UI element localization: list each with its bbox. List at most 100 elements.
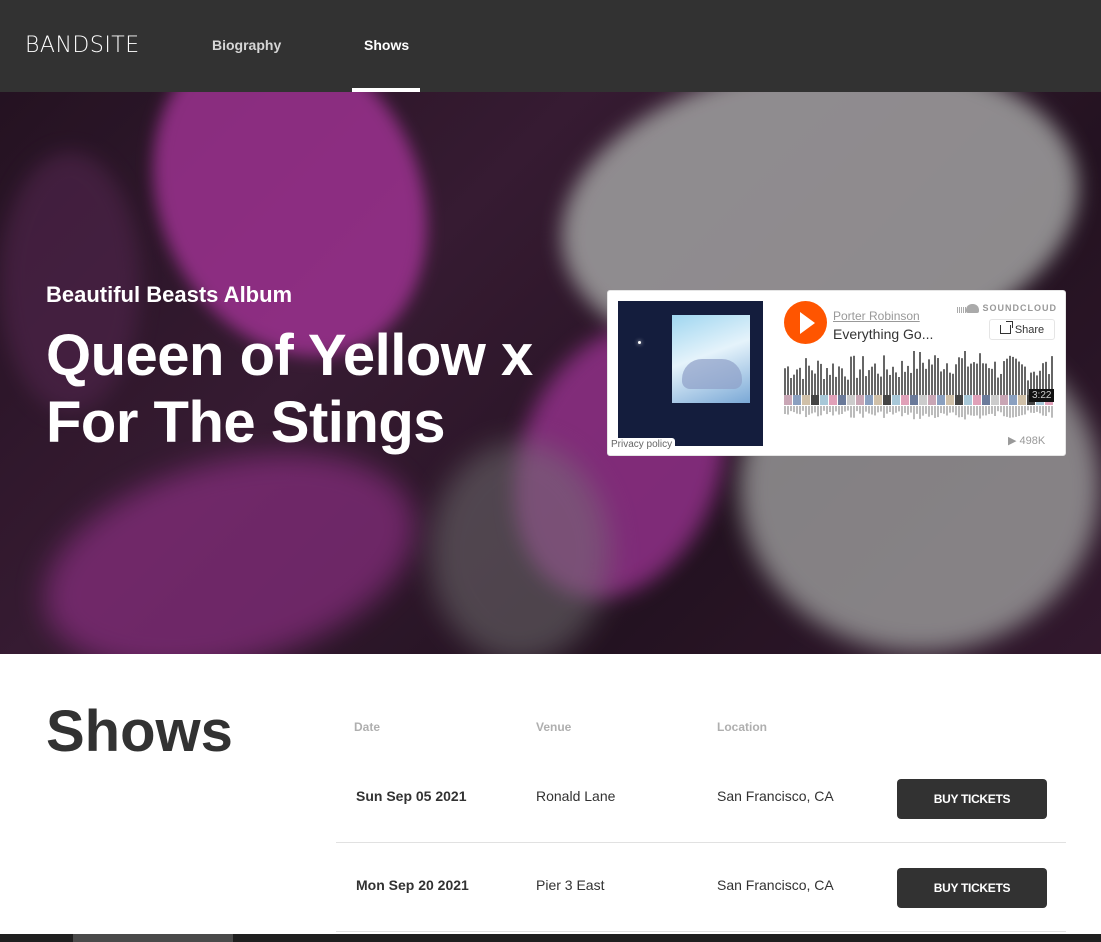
comment-avatar[interactable]	[820, 395, 828, 405]
waveform-reflection	[934, 406, 936, 418]
waveform-bar	[913, 351, 915, 395]
comment-avatar[interactable]	[865, 395, 873, 405]
waveform-reflection	[1051, 406, 1053, 418]
waveform-reflection	[958, 406, 960, 418]
nav-biography[interactable]: Biography	[212, 37, 281, 53]
waveform-reflection	[1015, 406, 1017, 417]
comment-avatar[interactable]	[802, 395, 810, 405]
share-button[interactable]: Share	[989, 319, 1055, 340]
waveform-reflection	[883, 406, 885, 418]
waveform-bar	[1024, 366, 1026, 395]
buy-tickets-button[interactable]: BUY TICKETS	[897, 868, 1047, 908]
waveform-reflection	[904, 406, 906, 413]
track-artwork[interactable]	[618, 301, 763, 446]
comment-avatar[interactable]	[1009, 395, 1017, 405]
waveform-bar	[1015, 358, 1017, 395]
horizontal-scrollbar[interactable]	[0, 934, 1101, 942]
nav-shows[interactable]: Shows	[364, 37, 409, 53]
comment-avatar[interactable]	[982, 395, 990, 405]
comment-avatar[interactable]	[937, 395, 945, 405]
comment-avatar[interactable]	[892, 395, 900, 405]
soundcloud-logo[interactable]: SOUNDCLOUD	[957, 303, 1057, 313]
waveform-reflection	[832, 406, 834, 416]
waveform-reflection	[871, 406, 873, 415]
waveform-bar	[967, 366, 969, 395]
comment-avatar[interactable]	[793, 395, 801, 405]
waveform-bar	[859, 369, 861, 395]
artist-link[interactable]: Porter Robinson	[833, 309, 920, 323]
waveform-bar	[802, 378, 804, 395]
comment-avatar[interactable]	[1018, 395, 1026, 405]
site-logo[interactable]: BANDSITE	[25, 33, 140, 58]
comment-avatar[interactable]	[955, 395, 963, 405]
waveform-bar	[901, 360, 903, 395]
waveform-reflection	[1030, 406, 1032, 413]
play-button[interactable]	[784, 301, 827, 344]
waveform-reflection	[796, 406, 798, 414]
comment-avatar[interactable]	[919, 395, 927, 405]
comment-avatar[interactable]	[829, 395, 837, 405]
comment-avatar[interactable]	[964, 395, 972, 405]
comment-avatar[interactable]	[847, 395, 855, 405]
scrollbar-thumb[interactable]	[73, 934, 233, 942]
waveform-bar	[811, 370, 813, 395]
waveform-reflection	[898, 406, 900, 412]
waveform-bar	[904, 371, 906, 395]
waveform-reflection	[940, 406, 942, 414]
waveform-reflection	[1006, 406, 1008, 417]
waveform-reflection	[922, 406, 924, 416]
show-date: Sun Sep 05 2021	[356, 788, 467, 804]
waveform-bar	[814, 373, 816, 395]
waveform-bar	[937, 358, 939, 395]
comment-avatar[interactable]	[1000, 395, 1008, 405]
comment-avatar[interactable]	[973, 395, 981, 405]
waveform-bar	[1018, 361, 1020, 395]
comment-avatar[interactable]	[991, 395, 999, 405]
waveform-bar	[832, 363, 834, 395]
comment-avatar[interactable]	[910, 395, 918, 405]
waveform-bar	[916, 368, 918, 395]
privacy-policy-link[interactable]: Privacy policy	[608, 438, 676, 451]
waveform-bar	[856, 377, 858, 395]
comment-avatar[interactable]	[883, 395, 891, 405]
waveform-bar	[925, 368, 927, 395]
site-header: BANDSITE Biography Shows	[0, 0, 1101, 92]
waveform[interactable]	[784, 351, 1055, 421]
waveform-bar	[979, 353, 981, 395]
waveform-bar	[1012, 356, 1014, 395]
show-date: Mon Sep 20 2021	[356, 877, 469, 893]
waveform-reflection	[1024, 406, 1026, 415]
waveform-reflection	[790, 406, 792, 412]
waveform-bar	[991, 368, 993, 395]
comment-avatar[interactable]	[856, 395, 864, 405]
track-title[interactable]: Everything Go...	[833, 326, 933, 342]
waveform-reflection	[892, 406, 894, 415]
waveform-bar	[934, 355, 936, 395]
waveform-bar	[958, 357, 960, 395]
waveform-reflection	[937, 406, 939, 418]
comment-avatar[interactable]	[946, 395, 954, 405]
waveform-reflection	[835, 406, 837, 412]
waveform-reflection	[808, 406, 810, 415]
waveform-reflection	[862, 406, 864, 418]
waveform-reflection	[1033, 406, 1035, 413]
show-row: Sun Sep 05 2021 Ronald Lane San Francisc…	[336, 754, 1066, 843]
waveform-bar	[826, 368, 828, 395]
waveform-bar	[835, 376, 837, 395]
waveform-bar	[808, 365, 810, 395]
waveform-bar	[871, 366, 873, 395]
share-label: Share	[1014, 323, 1045, 336]
comment-avatar[interactable]	[901, 395, 909, 405]
waveform-bar	[940, 371, 942, 395]
comment-avatar[interactable]	[838, 395, 846, 405]
waveform-reflection	[970, 406, 972, 416]
comment-avatar[interactable]	[811, 395, 819, 405]
show-location: San Francisco, CA	[717, 877, 834, 893]
comment-avatar[interactable]	[928, 395, 936, 405]
waveform-bar	[955, 364, 957, 395]
buy-tickets-button[interactable]: BUY TICKETS	[897, 779, 1047, 819]
waveform-bar	[997, 377, 999, 395]
waveform-reflection	[913, 406, 915, 420]
comment-avatar[interactable]	[874, 395, 882, 405]
comment-avatar[interactable]	[784, 395, 792, 405]
